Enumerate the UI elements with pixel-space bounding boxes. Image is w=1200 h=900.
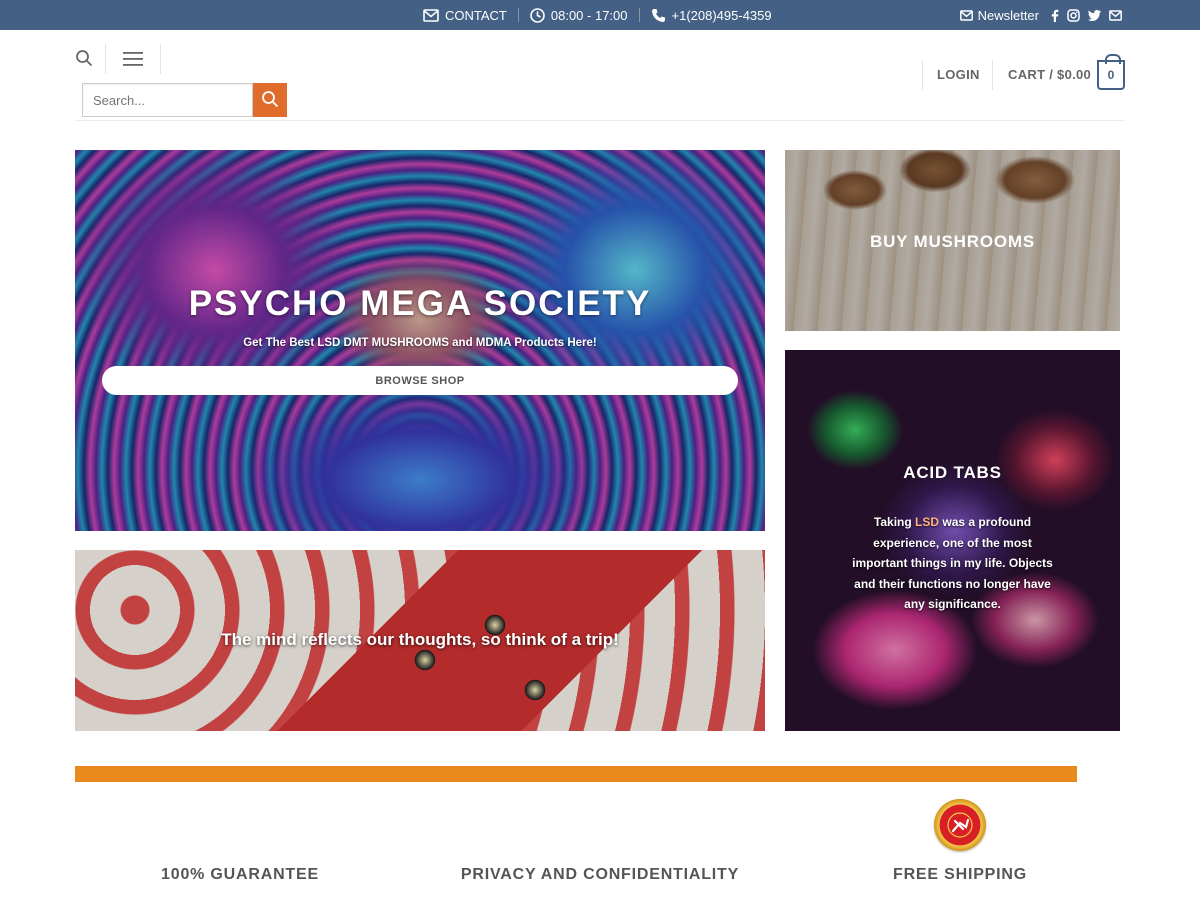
hours-label: 08:00 - 17:00 bbox=[550, 7, 628, 23]
trip-banner[interactable]: The mind reflects our thoughts, so think… bbox=[75, 550, 765, 731]
facebook-icon[interactable] bbox=[1051, 9, 1059, 22]
orange-divider-bar bbox=[75, 766, 1077, 782]
search-input[interactable] bbox=[82, 83, 253, 117]
header-divider bbox=[922, 60, 923, 90]
phone-link[interactable]: +1(208)495-4359 bbox=[640, 0, 783, 30]
header-divider bbox=[992, 60, 993, 90]
lsd-link[interactable]: LSD bbox=[915, 515, 939, 529]
clock-icon bbox=[530, 7, 545, 23]
contact-link[interactable]: CONTACT bbox=[423, 0, 518, 30]
quote-text-start: Taking bbox=[873, 515, 916, 529]
mushrooms-banner[interactable]: BUY MUSHROOMS bbox=[785, 150, 1120, 331]
search-icon[interactable] bbox=[75, 49, 93, 67]
phone-number: +1(208)495-4359 bbox=[671, 7, 772, 23]
top-bar-right: Newsletter bbox=[959, 0, 1122, 30]
quote-text-end: was a profound experience, one of the mo… bbox=[852, 515, 1053, 611]
site-header: LOGIN CART / $0.00 0 bbox=[75, 30, 1125, 121]
search-submit-button[interactable] bbox=[253, 83, 287, 117]
acid-tabs-title: ACID TABS bbox=[903, 463, 1002, 482]
trip-banner-title: The mind reflects our thoughts, so think… bbox=[221, 630, 619, 649]
phone-icon bbox=[651, 8, 666, 23]
browse-shop-button[interactable]: BROWSE SHOP bbox=[102, 366, 738, 395]
hero-banner: PSYCHO MEGA SOCIETY Get The Best LSD DMT… bbox=[75, 150, 765, 531]
cart-link[interactable]: CART / $0.00 bbox=[1008, 67, 1091, 82]
hero-subtitle: Get The Best LSD DMT MUSHROOMS and MDMA … bbox=[243, 337, 597, 349]
email-icon[interactable] bbox=[1109, 9, 1122, 21]
feature-guarantee: 100% GUARANTEE bbox=[161, 866, 319, 883]
envelope-icon bbox=[959, 9, 973, 21]
newsletter-label: Newsletter bbox=[977, 7, 1039, 23]
hamburger-menu-icon[interactable] bbox=[123, 51, 143, 67]
instagram-icon[interactable] bbox=[1067, 8, 1080, 22]
twitter-icon[interactable] bbox=[1088, 9, 1101, 21]
free-shipping-badge-icon bbox=[934, 799, 986, 851]
search-icon bbox=[261, 90, 279, 111]
acid-tabs-quote: Taking LSD was a profound experience, on… bbox=[850, 512, 1055, 615]
feature-free-shipping: FREE SHIPPING bbox=[893, 866, 1027, 883]
header-divider bbox=[105, 44, 106, 74]
hero-title: PSYCHO MEGA SOCIETY bbox=[188, 284, 652, 323]
search-form bbox=[82, 83, 287, 117]
newsletter-link[interactable]: Newsletter bbox=[959, 7, 1039, 23]
contact-label: CONTACT bbox=[445, 7, 507, 23]
top-bar-contact-group: CONTACT 08:00 - 17:00 +1(208)495-4359 bbox=[423, 0, 783, 30]
mushrooms-banner-title: BUY MUSHROOMS bbox=[870, 232, 1035, 251]
acid-tabs-banner[interactable]: ACID TABS Taking LSD was a profound expe… bbox=[785, 350, 1120, 731]
hours-item[interactable]: 08:00 - 17:00 bbox=[519, 0, 639, 30]
header-divider bbox=[160, 44, 161, 74]
feature-privacy: PRIVACY AND CONFIDENTIALITY bbox=[460, 866, 740, 883]
envelope-icon bbox=[423, 8, 439, 22]
cart-count-badge[interactable]: 0 bbox=[1097, 54, 1125, 90]
login-link[interactable]: LOGIN bbox=[937, 67, 980, 82]
top-bar: CONTACT 08:00 - 17:00 +1(208)495-4359 Ne… bbox=[0, 0, 1200, 30]
